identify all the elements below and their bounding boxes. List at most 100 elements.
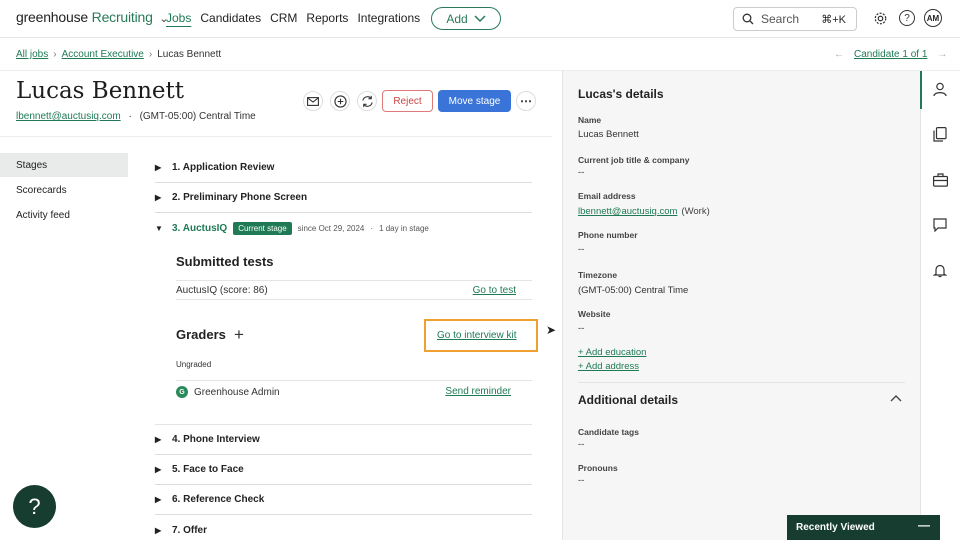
help-button[interactable]: ?: [13, 485, 56, 528]
bell-icon[interactable]: [932, 262, 948, 278]
stage-label: 4. Phone Interview: [172, 434, 260, 445]
stage-application-review[interactable]: ▶ 1. Application Review: [155, 153, 532, 183]
sidenav-stages[interactable]: Stages: [0, 153, 128, 177]
documents-icon[interactable]: [932, 126, 948, 142]
nav-integrations[interactable]: Integrations: [357, 11, 420, 25]
stage-phone-interview[interactable]: ▶ 4. Phone Interview: [155, 425, 532, 455]
stage-offer[interactable]: ▶ 7. Offer: [155, 515, 532, 545]
nav-candidates[interactable]: Candidates: [200, 11, 261, 25]
details-email-link[interactable]: lbennett@auctusiq.com: [578, 206, 677, 217]
search-input[interactable]: Search ⌘+K: [733, 7, 857, 31]
phone-value: --: [578, 244, 585, 255]
website-label: Website: [578, 309, 611, 319]
mail-icon[interactable]: [303, 91, 323, 111]
recently-viewed-label: Recently Viewed: [796, 522, 875, 533]
caret-right-icon: ▶: [155, 435, 162, 444]
chat-icon[interactable]: [932, 217, 948, 233]
stage-since: since Oct 29, 2024: [297, 223, 365, 233]
stage-label: 2. Preliminary Phone Screen: [172, 192, 308, 203]
grader-name: Greenhouse Admin: [194, 386, 280, 398]
stage-face-to-face[interactable]: ▶ 5. Face to Face: [155, 455, 532, 485]
email-label: Email address: [578, 191, 636, 201]
candidate-count-link[interactable]: Candidate 1 of 1: [854, 49, 927, 60]
timezone-value: (GMT-05:00) Central Time: [578, 285, 689, 296]
chevron-up-icon[interactable]: [890, 393, 902, 405]
add-button[interactable]: Add: [431, 7, 501, 30]
caret-right-icon: ▶: [155, 495, 162, 504]
sidenav-scorecards[interactable]: Scorecards: [0, 178, 128, 202]
stage-label: 7. Offer: [172, 524, 208, 536]
divider: [176, 380, 532, 381]
person-icon[interactable]: [932, 81, 948, 97]
additional-details-title: Additional details: [578, 393, 679, 407]
current-stage-badge: Current stage: [233, 221, 292, 235]
job-label: Current job title & company: [578, 155, 690, 165]
mouse-pointer-icon: ➤: [546, 323, 557, 337]
graders-title: Graders: [176, 327, 226, 342]
profile-sidenav: Stages Scorecards Activity feed: [0, 153, 128, 228]
caret-right-icon: ▶: [155, 465, 162, 474]
details-title: Lucas's details: [578, 87, 664, 101]
nav-crm[interactable]: CRM: [270, 11, 297, 25]
rail-selected-indicator: [920, 71, 922, 109]
website-value: --: [578, 323, 585, 334]
test-name: AuctusIQ (score: 86): [176, 285, 268, 296]
breadcrumb-candidate: Lucas Bennett: [157, 49, 222, 60]
nav-reports[interactable]: Reports: [306, 11, 348, 25]
dot-separator: ·: [370, 223, 374, 233]
breadcrumb-all-jobs[interactable]: All jobs: [16, 49, 48, 60]
job-value: --: [578, 167, 585, 178]
caret-down-icon: ▼: [155, 223, 163, 233]
avatar[interactable]: AM: [924, 9, 942, 27]
pronouns-value: --: [578, 475, 585, 486]
breadcrumb-separator: ›: [53, 49, 57, 60]
logo-brand: greenhouse: [16, 9, 88, 25]
add-grader-icon[interactable]: +: [229, 325, 249, 345]
main-nav: Jobs Candidates CRM Reports Integrations: [166, 11, 429, 25]
go-to-interview-kit-link[interactable]: Go to interview kit: [437, 330, 516, 341]
transfer-icon[interactable]: [357, 91, 377, 111]
send-reminder-link[interactable]: Send reminder: [445, 386, 511, 398]
help-icon[interactable]: ?: [899, 10, 915, 26]
more-options-icon[interactable]: ⋯: [516, 91, 536, 111]
stage-label: 6. Reference Check: [172, 494, 265, 505]
candidate-email-link[interactable]: lbennett@auctusiq.com: [16, 111, 121, 122]
arrow-right-icon[interactable]: →: [937, 49, 947, 60]
gear-icon[interactable]: [872, 10, 888, 26]
app-logo[interactable]: greenhouse Recruiting ⌄: [16, 9, 169, 25]
stage-reference-check[interactable]: ▶ 6. Reference Check: [155, 485, 532, 515]
search-shortcut: ⌘+K: [821, 13, 846, 26]
divider: [0, 136, 552, 137]
breadcrumb-job[interactable]: Account Executive: [62, 49, 144, 60]
briefcase-icon[interactable]: [932, 172, 948, 188]
minimize-icon[interactable]: —: [918, 518, 930, 532]
candidate-name: Lucas Bennett: [16, 78, 185, 104]
go-to-test-link[interactable]: Go to test: [473, 285, 516, 296]
reject-button[interactable]: Reject: [382, 90, 433, 112]
ungraded-label: Ungraded: [176, 360, 212, 369]
stage-phone-screen[interactable]: ▶ 2. Preliminary Phone Screen: [155, 183, 532, 213]
stage-auctusiq[interactable]: ▼ 3. AuctusIQ Current stage since Oct 29…: [155, 213, 532, 243]
move-stage-button[interactable]: Move stage: [438, 90, 511, 112]
caret-right-icon: ▶: [155, 525, 162, 535]
add-education-link[interactable]: + Add education: [578, 347, 646, 358]
add-address-link[interactable]: + Add address: [578, 361, 639, 372]
arrow-left-icon[interactable]: ←: [834, 49, 844, 60]
sidenav-activity-feed[interactable]: Activity feed: [0, 203, 128, 227]
caret-right-icon: ▶: [155, 163, 162, 172]
recently-viewed-bar[interactable]: Recently Viewed —: [787, 515, 940, 540]
breadcrumb: All jobs › Account Executive › Lucas Bennett: [16, 49, 221, 60]
pronouns-label: Pronouns: [578, 463, 618, 473]
email-value: lbennett@auctusiq.com (Work): [578, 206, 710, 217]
nav-jobs[interactable]: Jobs: [166, 11, 191, 25]
name-label: Name: [578, 115, 602, 125]
top-bar: greenhouse Recruiting ⌄ Jobs Candidates …: [0, 0, 960, 38]
phone-label: Phone number: [578, 230, 638, 240]
name-value: Lucas Bennett: [578, 129, 639, 140]
add-circle-icon[interactable]: [330, 91, 350, 111]
logo-product: Recruiting: [91, 9, 153, 25]
submitted-tests-title: Submitted tests: [176, 254, 274, 269]
search-placeholder: Search: [761, 12, 800, 26]
tags-value: --: [578, 439, 585, 450]
grader-row: G Greenhouse Admin Send reminder: [176, 386, 511, 398]
